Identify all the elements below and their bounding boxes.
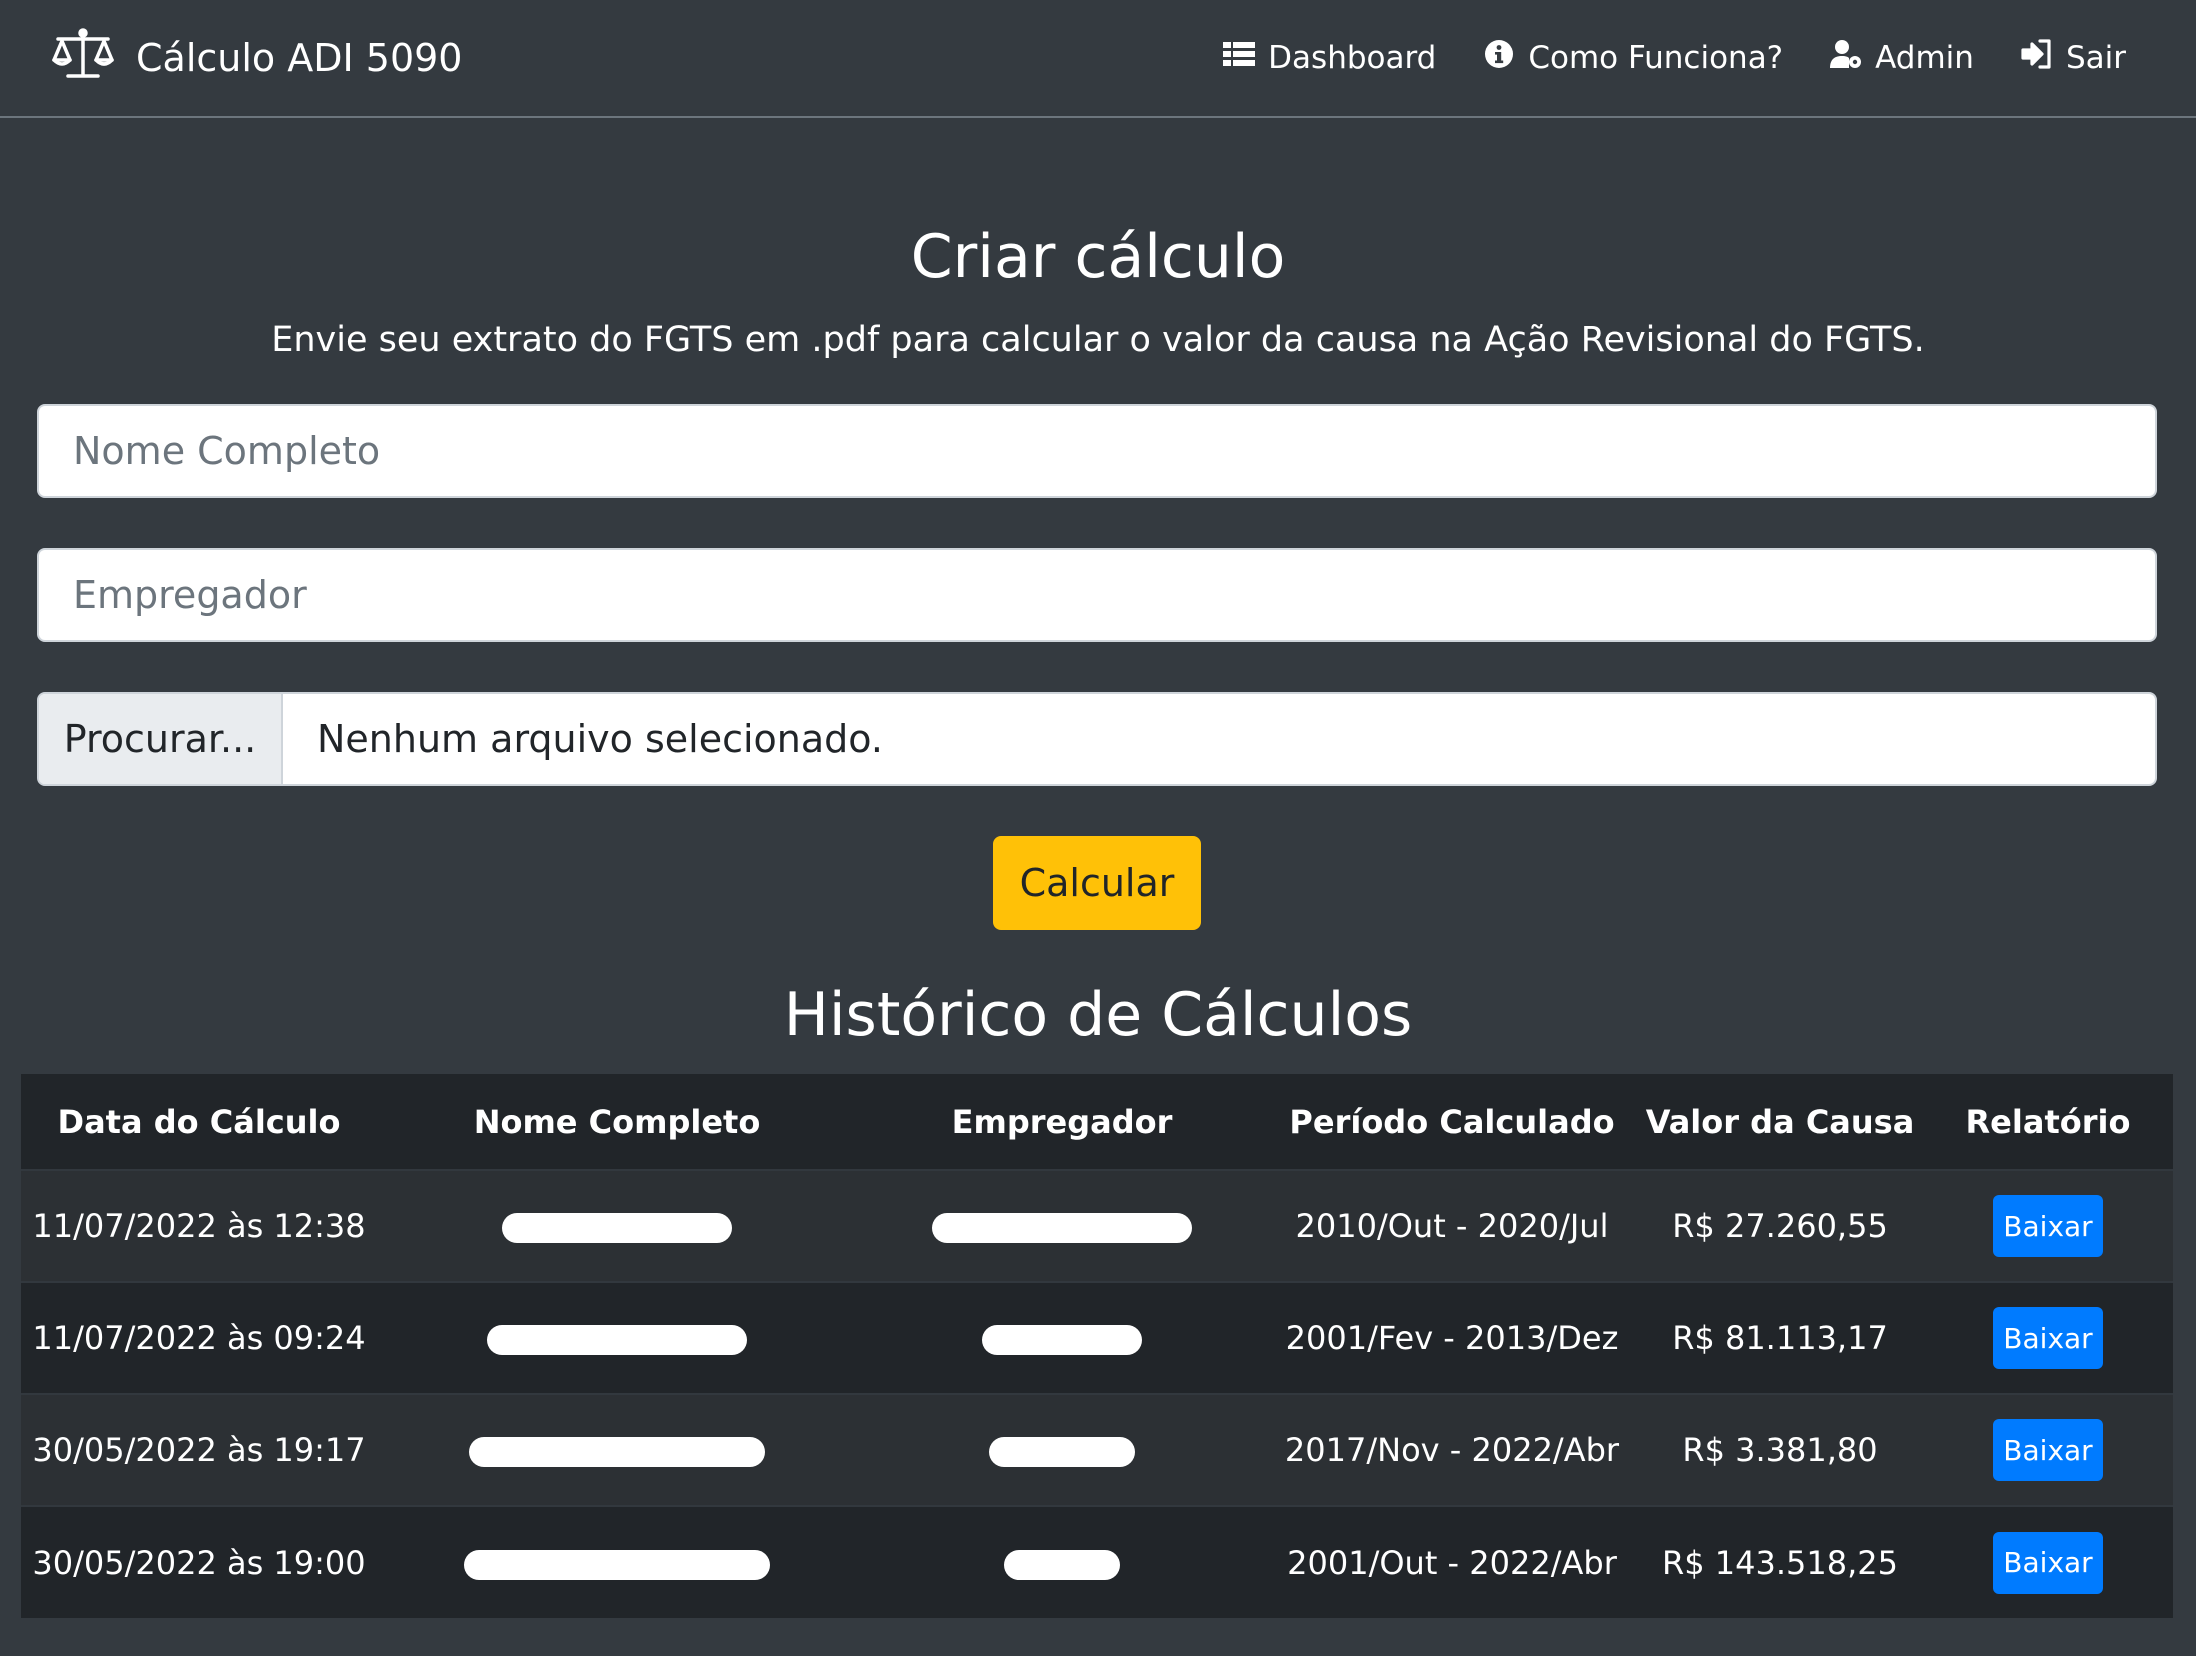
column-header-valor: Valor da Causa <box>1637 1074 1923 1171</box>
cell-relatorio: Baixar <box>1923 1393 2173 1506</box>
file-upload-input[interactable]: Procurar... Nenhum arquivo selecionado. <box>37 692 2157 786</box>
redaction-mark <box>502 1213 732 1243</box>
redaction-mark <box>469 1437 765 1467</box>
cell-periodo: 2010/Out - 2020/Jul <box>1267 1169 1637 1282</box>
list-icon <box>1222 37 1256 79</box>
navbar-menu: Dashboard Como Funciona? Admin Sair <box>1222 37 2126 79</box>
cell-relatorio: Baixar <box>1923 1505 2173 1618</box>
cell-nome-redacted <box>377 1393 857 1506</box>
user-cog-icon <box>1829 37 1863 79</box>
nav-sair[interactable]: Sair <box>2020 37 2126 79</box>
cell-valor: R$ 143.518,25 <box>1637 1505 1923 1618</box>
redaction-mark <box>464 1549 770 1580</box>
nome-completo-input[interactable] <box>37 404 2157 498</box>
nav-sair-label: Sair <box>2065 40 2126 76</box>
redaction-mark <box>487 1325 747 1355</box>
baixar-button[interactable]: Baixar <box>1993 1419 2103 1481</box>
cell-nome-redacted <box>377 1169 857 1282</box>
table-row: 11/07/2022 às 12:38 2010/Out - 2020/Jul … <box>21 1169 2173 1282</box>
cell-date: 11/07/2022 às 09:24 <box>21 1281 377 1394</box>
baixar-button[interactable]: Baixar <box>1993 1307 2103 1369</box>
redaction-mark <box>989 1437 1135 1467</box>
cell-date: 30/05/2022 às 19:17 <box>21 1393 377 1506</box>
cell-empregador-redacted <box>857 1393 1267 1506</box>
cell-periodo: 2001/Out - 2022/Abr <box>1267 1505 1637 1618</box>
column-header-empregador: Empregador <box>857 1074 1267 1171</box>
table-row: 30/05/2022 às 19:17 2017/Nov - 2022/Abr … <box>21 1393 2173 1506</box>
table-header-row: Data do Cálculo Nome Completo Empregador… <box>21 1074 2173 1171</box>
nav-como-funciona[interactable]: Como Funciona? <box>1482 37 1783 79</box>
history-table: Data do Cálculo Nome Completo Empregador… <box>21 1074 2173 1618</box>
cell-periodo: 2001/Fev - 2013/Dez <box>1267 1281 1637 1394</box>
redaction-mark <box>982 1325 1142 1355</box>
column-header-data: Data do Cálculo <box>21 1074 377 1171</box>
table-row: 30/05/2022 às 19:00 2001/Out - 2022/Abr … <box>21 1505 2173 1618</box>
column-header-periodo: Período Calculado <box>1267 1074 1637 1171</box>
empregador-input[interactable] <box>37 548 2157 642</box>
baixar-button[interactable]: Baixar <box>1993 1531 2103 1594</box>
cell-valor: R$ 81.113,17 <box>1637 1281 1923 1394</box>
file-status-label: Nenhum arquivo selecionado. <box>317 717 883 761</box>
balance-scale-icon <box>50 26 116 91</box>
cell-empregador-redacted <box>857 1505 1267 1618</box>
cell-date: 30/05/2022 às 19:00 <box>21 1505 377 1618</box>
redaction-mark <box>932 1213 1192 1243</box>
cell-nome-redacted <box>377 1281 857 1394</box>
baixar-button[interactable]: Baixar <box>1993 1195 2103 1257</box>
sign-in-icon <box>2020 37 2054 79</box>
cell-date: 11/07/2022 às 12:38 <box>21 1169 377 1282</box>
history-title: Histórico de Cálculos <box>783 980 1413 1050</box>
main-content: Criar cálculo Envie seu extrato do FGTS … <box>0 118 2196 1656</box>
redaction-mark <box>1004 1549 1120 1580</box>
table-row: 11/07/2022 às 09:24 2001/Fev - 2013/Dez … <box>21 1281 2173 1394</box>
cell-empregador-redacted <box>857 1169 1267 1282</box>
calcular-button[interactable]: Calcular <box>993 836 1201 930</box>
nav-admin[interactable]: Admin <box>1829 37 1974 79</box>
navbar-brand[interactable]: Cálculo ADI 5090 <box>50 26 463 91</box>
column-header-nome: Nome Completo <box>377 1074 857 1171</box>
cell-valor: R$ 3.381,80 <box>1637 1393 1923 1506</box>
cell-relatorio: Baixar <box>1923 1169 2173 1282</box>
brand-title: Cálculo ADI 5090 <box>136 36 463 80</box>
info-circle-icon <box>1482 37 1516 79</box>
page-subtitle: Envie seu extrato do FGTS em .pdf para c… <box>271 320 1925 360</box>
cell-nome-redacted <box>377 1505 857 1618</box>
nav-admin-label: Admin <box>1875 40 1974 76</box>
cell-valor: R$ 27.260,55 <box>1637 1169 1923 1282</box>
column-header-relatorio: Relatório <box>1923 1074 2173 1171</box>
nav-dashboard[interactable]: Dashboard <box>1222 37 1436 79</box>
page-title: Criar cálculo <box>910 222 1286 292</box>
cell-empregador-redacted <box>857 1281 1267 1394</box>
cell-periodo: 2017/Nov - 2022/Abr <box>1267 1393 1637 1506</box>
file-browse-button[interactable]: Procurar... <box>39 694 283 784</box>
cell-relatorio: Baixar <box>1923 1281 2173 1394</box>
nav-como-funciona-label: Como Funciona? <box>1528 40 1784 76</box>
nav-dashboard-label: Dashboard <box>1268 40 1437 76</box>
navbar: Cálculo ADI 5090 Dashboard Como Funciona… <box>0 0 2196 118</box>
